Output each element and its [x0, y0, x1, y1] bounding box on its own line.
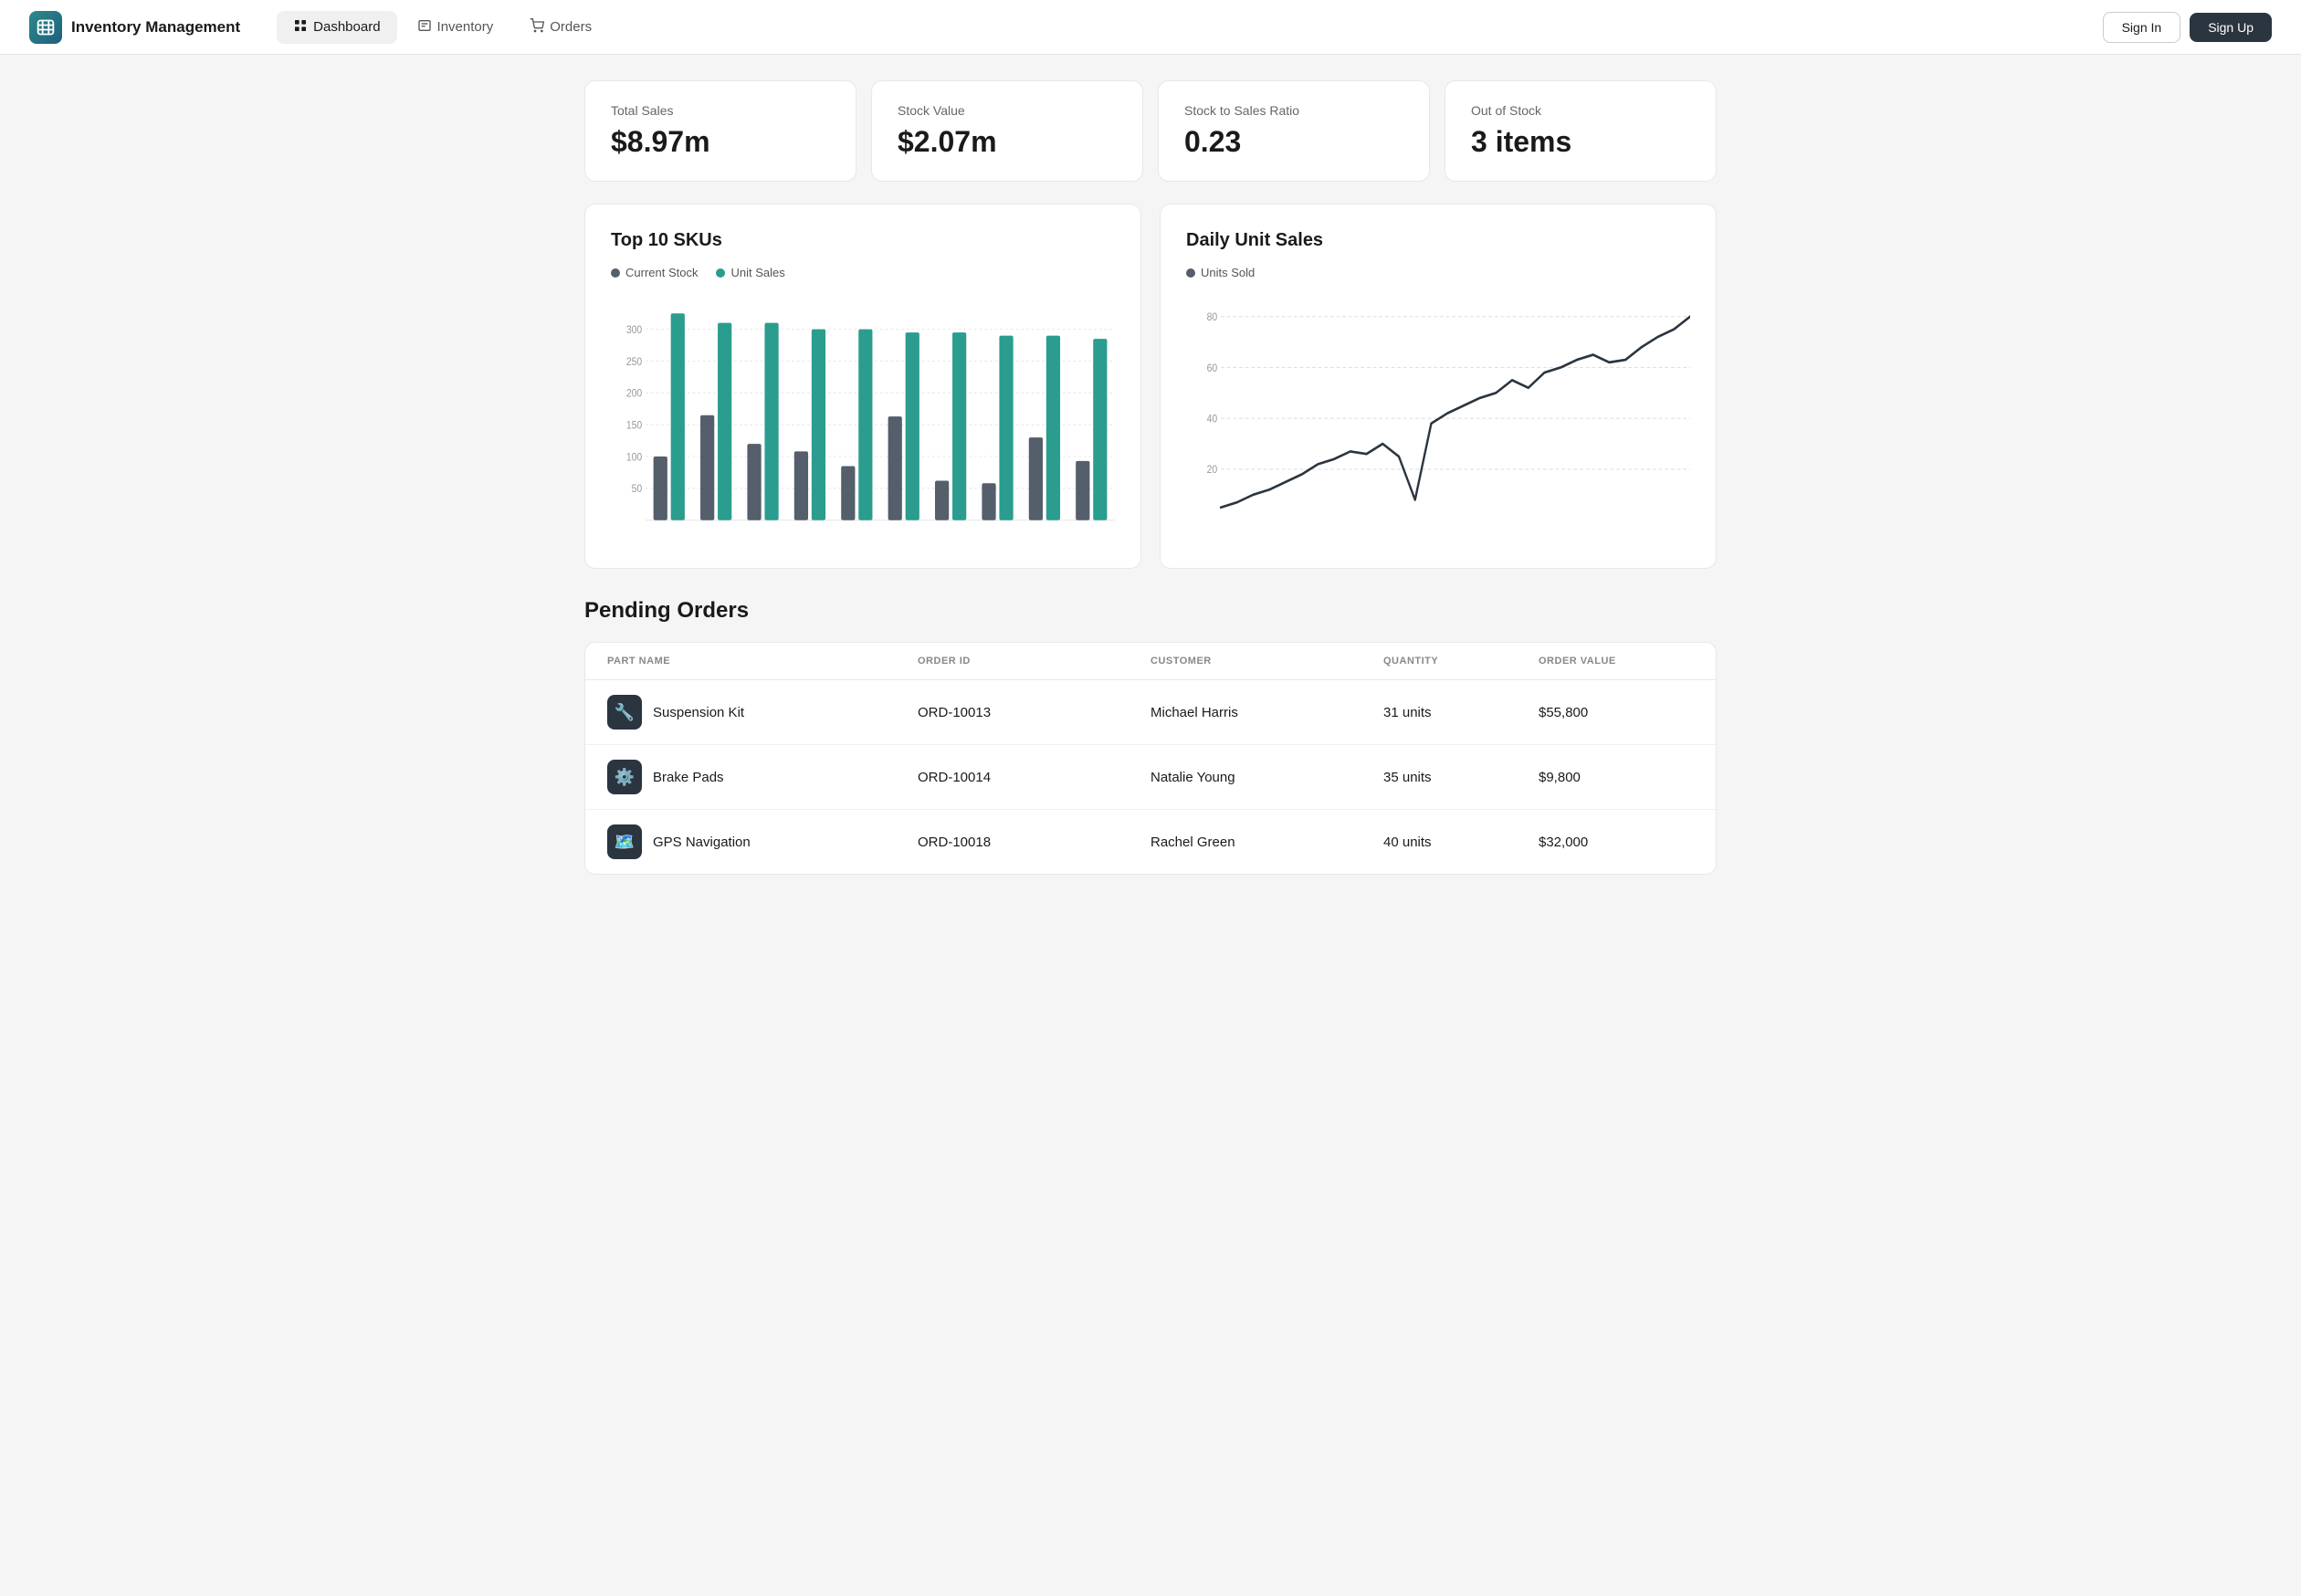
bar-chart-svg: 50 100 150 200 250 300 — [611, 294, 1115, 550]
orders-table: PART NAME ORDER ID CUSTOMER QUANTITY ORD… — [584, 642, 1717, 875]
stat-stock-ratio: Stock to Sales Ratio 0.23 — [1158, 80, 1430, 182]
col-quantity: QUANTITY — [1383, 656, 1539, 667]
col-customer: CUSTOMER — [1150, 656, 1383, 667]
stat-out-of-stock-value: 3 items — [1471, 125, 1690, 159]
tab-inventory-label: Inventory — [437, 19, 494, 35]
table-row: 🔧 Suspension Kit ORD-10013 Michael Harri… — [585, 680, 1716, 745]
top-skus-title: Top 10 SKUs — [611, 230, 1115, 251]
svg-text:100: 100 — [626, 452, 642, 464]
part-icon: ⚙️ — [607, 760, 642, 794]
navbar: Inventory Management Dashboard Inventory… — [0, 0, 2301, 55]
tab-orders-label: Orders — [550, 19, 592, 35]
quantity: 31 units — [1383, 705, 1539, 720]
part-name-text: Brake Pads — [653, 770, 724, 785]
pending-orders-title: Pending Orders — [584, 598, 1717, 624]
signup-button[interactable]: Sign Up — [2190, 13, 2272, 42]
part-icon: 🗺️ — [607, 824, 642, 859]
nav-actions: Sign In Sign Up — [2103, 12, 2272, 43]
col-order-id: ORDER ID — [918, 656, 1150, 667]
tab-dashboard[interactable]: Dashboard — [277, 11, 396, 44]
stat-stock-value-value: $2.07m — [898, 125, 1117, 159]
customer-name: Natalie Young — [1150, 770, 1383, 785]
nav-tabs: Dashboard Inventory Orders — [277, 11, 2102, 44]
svg-text:20: 20 — [1207, 465, 1218, 477]
order-id: ORD-10018 — [918, 835, 1150, 850]
stat-total-sales: Total Sales $8.97m — [584, 80, 856, 182]
inventory-icon — [417, 18, 432, 37]
svg-text:80: 80 — [1207, 311, 1218, 323]
tab-orders[interactable]: Orders — [513, 11, 608, 44]
quantity: 40 units — [1383, 835, 1539, 850]
part-name-cell: 🔧 Suspension Kit — [607, 695, 918, 730]
stat-stock-ratio-label: Stock to Sales Ratio — [1184, 103, 1403, 118]
tab-inventory[interactable]: Inventory — [401, 11, 510, 44]
legend-current-stock: Current Stock — [611, 266, 698, 279]
part-name-text: GPS Navigation — [653, 835, 751, 850]
table-header: PART NAME ORDER ID CUSTOMER QUANTITY ORD… — [585, 643, 1716, 680]
top-skus-chart: Top 10 SKUs Current Stock Unit Sales 50 1… — [584, 204, 1141, 569]
col-part-name: PART NAME — [607, 656, 918, 667]
tab-dashboard-label: Dashboard — [313, 19, 380, 35]
daily-sales-title: Daily Unit Sales — [1186, 230, 1690, 251]
dashboard-icon — [293, 18, 308, 37]
svg-text:40: 40 — [1207, 414, 1218, 425]
svg-text:200: 200 — [626, 388, 642, 400]
stat-stock-ratio-value: 0.23 — [1184, 125, 1403, 159]
part-icon: 🔧 — [607, 695, 642, 730]
table-row: ⚙️ Brake Pads ORD-10014 Natalie Young 35… — [585, 745, 1716, 810]
main-content: Total Sales $8.97m Stock Value $2.07m St… — [548, 55, 1753, 900]
svg-text:60: 60 — [1207, 362, 1218, 374]
stat-stock-value-label: Stock Value — [898, 103, 1117, 118]
top-skus-legend: Current Stock Unit Sales — [611, 266, 1115, 279]
svg-text:250: 250 — [626, 356, 642, 368]
stat-total-sales-value: $8.97m — [611, 125, 830, 159]
daily-sales-chart: Daily Unit Sales Units Sold 20 40 60 80 — [1160, 204, 1717, 569]
order-id: ORD-10013 — [918, 705, 1150, 720]
bar-chart-container: 50 100 150 200 250 300 — [611, 294, 1115, 550]
order-value: $32,000 — [1539, 835, 1694, 850]
stat-total-sales-label: Total Sales — [611, 103, 830, 118]
nav-logo: Inventory Management — [29, 11, 240, 44]
charts-row: Top 10 SKUs Current Stock Unit Sales 50 1… — [584, 204, 1717, 569]
legend-current-stock-label: Current Stock — [625, 266, 698, 279]
line-chart-container: 20 40 60 80 — [1186, 294, 1690, 550]
line-chart-svg: 20 40 60 80 — [1186, 294, 1690, 550]
legend-unit-sales-dot — [716, 268, 725, 278]
customer-name: Rachel Green — [1150, 835, 1383, 850]
order-value: $55,800 — [1539, 705, 1694, 720]
legend-current-stock-dot — [611, 268, 620, 278]
svg-text:150: 150 — [626, 420, 642, 432]
legend-unit-sales-label: Unit Sales — [730, 266, 784, 279]
svg-text:300: 300 — [626, 324, 642, 336]
stat-stock-value: Stock Value $2.07m — [871, 80, 1143, 182]
signin-button[interactable]: Sign In — [2103, 12, 2181, 43]
orders-rows: 🔧 Suspension Kit ORD-10013 Michael Harri… — [585, 680, 1716, 874]
order-value: $9,800 — [1539, 770, 1694, 785]
app-title: Inventory Management — [71, 18, 240, 37]
stat-out-of-stock-label: Out of Stock — [1471, 103, 1690, 118]
part-name-text: Suspension Kit — [653, 705, 744, 720]
legend-units-sold-dot — [1186, 268, 1195, 278]
legend-units-sold-label: Units Sold — [1201, 266, 1255, 279]
col-order-value: ORDER VALUE — [1539, 656, 1694, 667]
daily-sales-legend: Units Sold — [1186, 266, 1690, 279]
part-name-cell: 🗺️ GPS Navigation — [607, 824, 918, 859]
svg-text:50: 50 — [632, 484, 643, 496]
part-name-cell: ⚙️ Brake Pads — [607, 760, 918, 794]
order-id: ORD-10014 — [918, 770, 1150, 785]
orders-icon — [530, 18, 544, 37]
legend-unit-sales: Unit Sales — [716, 266, 784, 279]
customer-name: Michael Harris — [1150, 705, 1383, 720]
logo-icon — [29, 11, 62, 44]
table-row: 🗺️ GPS Navigation ORD-10018 Rachel Green… — [585, 810, 1716, 874]
stat-out-of-stock: Out of Stock 3 items — [1445, 80, 1717, 182]
legend-units-sold: Units Sold — [1186, 266, 1255, 279]
quantity: 35 units — [1383, 770, 1539, 785]
stats-grid: Total Sales $8.97m Stock Value $2.07m St… — [584, 80, 1717, 182]
